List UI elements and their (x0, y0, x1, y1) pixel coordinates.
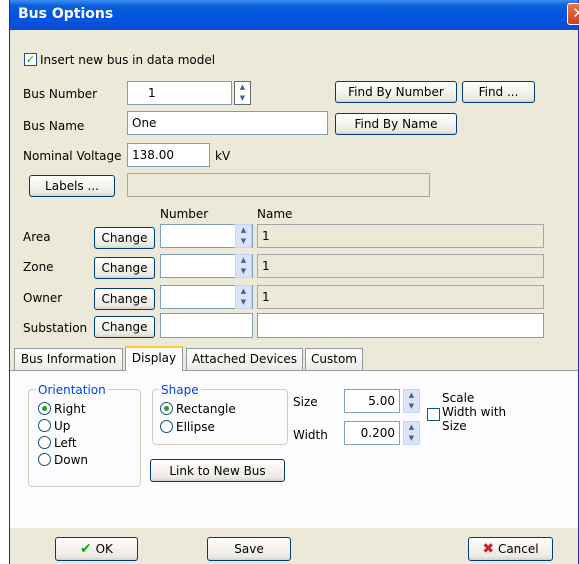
nominal-voltage-label: Nominal Voltage (23, 149, 122, 163)
zone-label: Zone (23, 260, 54, 274)
width-field[interactable]: 0.200 (344, 421, 400, 445)
find-by-name-button[interactable]: Find By Name (335, 113, 457, 135)
orientation-right-label: Right (54, 402, 86, 416)
checkmark-icon: ✓ (24, 53, 37, 66)
labels-field (127, 173, 430, 197)
owner-name-field: 1 (257, 285, 544, 309)
radio-selected-icon (160, 402, 173, 415)
substation-number-field[interactable] (160, 313, 253, 338)
shape-legend: Shape (159, 383, 201, 397)
owner-change-button[interactable]: Change (94, 288, 155, 310)
zone-change-button[interactable]: Change (94, 257, 155, 279)
insert-bus-checkbox[interactable]: ✓ Insert new bus in data model (24, 52, 215, 68)
substation-change-button[interactable]: Change (94, 316, 155, 338)
radio-icon (160, 420, 173, 433)
cancel-label: Cancel (497, 542, 539, 556)
voltage-unit-label: kV (215, 149, 231, 163)
close-icon[interactable]: ✕ (567, 3, 579, 25)
radio-icon (38, 419, 51, 432)
stepper-up-icon[interactable]: ▲ (404, 422, 419, 433)
title-bar[interactable]: Bus Options (10, 0, 578, 30)
bus-name-field[interactable]: One (127, 111, 328, 135)
stepper-up-icon[interactable]: ▲ (236, 225, 251, 236)
area-change-button[interactable]: Change (94, 227, 155, 249)
name-column-header: Name (257, 207, 293, 221)
scale-label-line1: Scale (442, 391, 475, 405)
owner-number-stepper[interactable]: ▲ ▼ (235, 285, 252, 309)
stepper-down-icon[interactable]: ▼ (404, 433, 419, 444)
stepper-up-icon[interactable]: ▲ (404, 390, 419, 401)
orientation-up-radio[interactable]: Up (38, 418, 70, 434)
tab-attached-devices[interactable]: Attached Devices (186, 348, 303, 370)
find-by-number-button[interactable]: Find By Number (335, 81, 457, 103)
orientation-left-radio[interactable]: Left (38, 435, 77, 451)
cancel-x-icon: ✖ (482, 541, 495, 557)
cancel-button[interactable]: ✖ Cancel (468, 537, 553, 561)
shape-group (152, 389, 288, 445)
bus-number-field[interactable]: 1 (127, 81, 232, 105)
window-title: Bus Options (18, 6, 114, 22)
stepper-down-icon[interactable]: ▼ (236, 236, 251, 247)
tab-bus-information[interactable]: Bus Information (14, 348, 123, 370)
link-to-new-bus-button[interactable]: Link to New Bus (150, 459, 285, 482)
area-number-stepper[interactable]: ▲ ▼ (235, 224, 252, 248)
ok-label: OK (95, 542, 113, 556)
stepper-up-icon[interactable]: ▲ (236, 286, 251, 297)
area-label: Area (23, 230, 51, 244)
scale-width-label: Scale Width with Size (442, 391, 506, 433)
stepper-down-icon[interactable]: ▼ (235, 93, 250, 104)
insert-bus-label: Insert new bus in data model (40, 53, 216, 67)
size-field[interactable]: 5.00 (344, 389, 400, 413)
scale-label-line2: Width with (442, 405, 507, 419)
width-stepper[interactable]: ▲ ▼ (403, 421, 420, 445)
zone-name-field: 1 (257, 254, 544, 278)
shape-rectangle-label: Rectangle (176, 402, 236, 416)
bus-number-stepper[interactable]: ▲ ▼ (234, 81, 251, 105)
orientation-left-label: Left (54, 436, 77, 450)
stepper-down-icon[interactable]: ▼ (236, 266, 251, 277)
shape-rectangle-radio[interactable]: Rectangle (160, 401, 236, 417)
scale-label-line3: Size (442, 419, 467, 433)
orientation-up-label: Up (54, 419, 71, 433)
bus-name-label: Bus Name (23, 119, 85, 133)
scale-width-checkbox[interactable] (427, 408, 440, 421)
shape-ellipse-label: Ellipse (176, 420, 215, 434)
number-column-header: Number (160, 207, 209, 221)
orientation-right-radio[interactable]: Right (38, 401, 86, 417)
display-tab-panel: Orientation Right Up Left Down Shape Rec… (10, 370, 578, 528)
stepper-down-icon[interactable]: ▼ (404, 401, 419, 412)
size-label: Size (293, 395, 318, 409)
orientation-legend: Orientation (36, 383, 108, 397)
tab-custom[interactable]: Custom (305, 348, 363, 370)
stepper-down-icon[interactable]: ▼ (236, 297, 251, 308)
orientation-down-radio[interactable]: Down (38, 452, 88, 468)
radio-icon (38, 453, 51, 466)
orientation-down-label: Down (54, 453, 89, 467)
radio-selected-icon (38, 402, 51, 415)
size-stepper[interactable]: ▲ ▼ (403, 389, 420, 413)
ok-button[interactable]: ✔ OK (55, 537, 138, 561)
tab-display[interactable]: Display (125, 346, 183, 371)
bus-options-dialog: Bus Options ✕ ✓ Insert new bus in data mo… (9, 0, 579, 564)
substation-name-field[interactable] (257, 313, 544, 338)
bus-number-label: Bus Number (23, 87, 98, 101)
radio-icon (38, 436, 51, 449)
area-name-field: 1 (257, 224, 544, 248)
stepper-up-icon[interactable]: ▲ (236, 255, 251, 266)
nominal-voltage-field[interactable]: 138.00 (127, 143, 210, 167)
width-label: Width (293, 428, 328, 442)
save-button[interactable]: Save (207, 537, 291, 561)
stepper-up-icon[interactable]: ▲ (235, 82, 250, 93)
checkmark-icon: ✔ (80, 541, 92, 557)
owner-label: Owner (23, 291, 63, 305)
shape-ellipse-radio[interactable]: Ellipse (160, 419, 215, 435)
find-button[interactable]: Find ... (462, 81, 535, 103)
zone-number-stepper[interactable]: ▲ ▼ (235, 254, 252, 278)
substation-label: Substation (23, 321, 88, 335)
labels-button[interactable]: Labels ... (29, 175, 115, 197)
